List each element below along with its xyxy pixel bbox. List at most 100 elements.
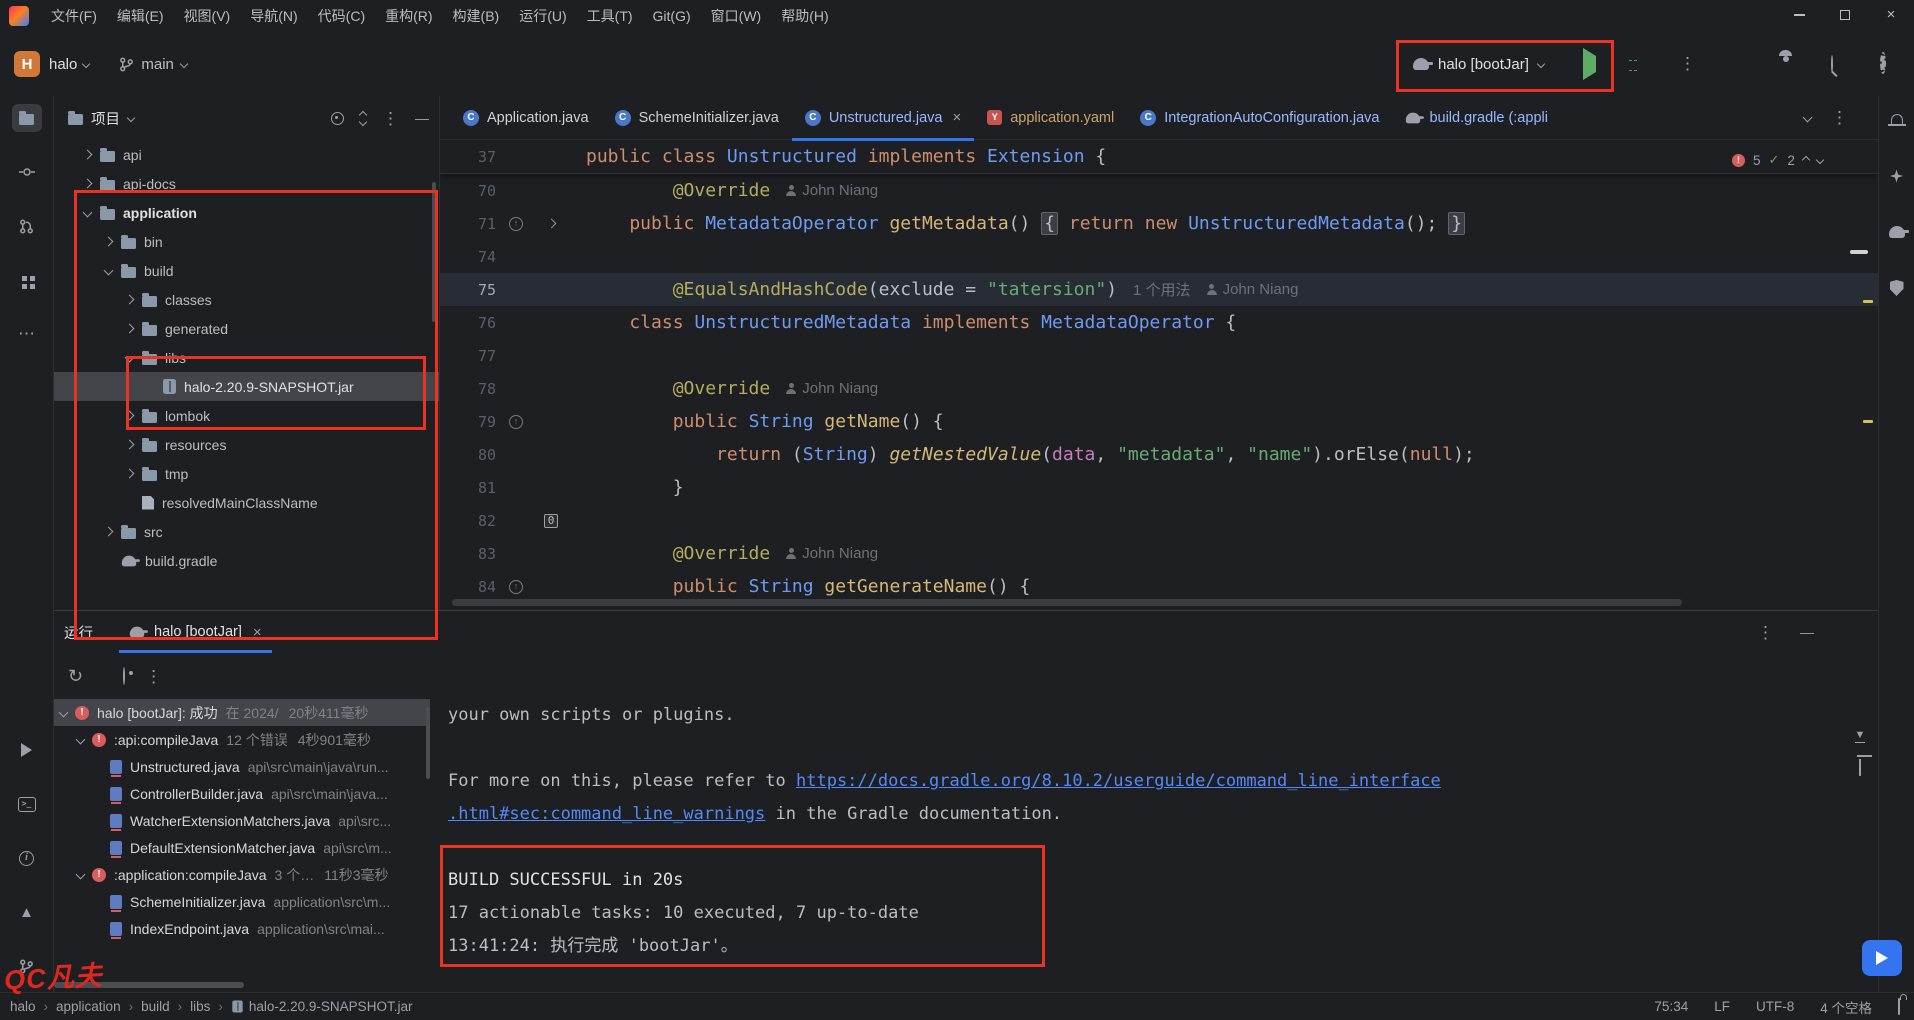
tree-chevron-icon[interactable] [83, 150, 93, 160]
tree-chevron-icon[interactable] [125, 440, 135, 450]
tree-chevron-icon[interactable] [125, 295, 135, 305]
hide-panel-icon[interactable]: — [415, 110, 429, 126]
editor-tab[interactable]: Yapplication.yaml [974, 96, 1127, 140]
breadcrumb-item[interactable]: libs [190, 999, 210, 1014]
tree-chevron-icon[interactable] [125, 469, 135, 479]
run-toolbar-more-icon[interactable]: ⋮ [145, 668, 162, 685]
run-tree-item[interactable]: DefaultExtensionMatcher.javaapi\src\m... [54, 834, 430, 861]
project-tree-item[interactable]: api-docs [54, 169, 439, 198]
menu-item[interactable]: 编辑(E) [107, 0, 174, 32]
commit-tool-icon[interactable] [12, 158, 42, 186]
project-tree-item[interactable]: application [54, 198, 439, 227]
tree-chevron-icon[interactable] [104, 527, 114, 537]
minimize-button[interactable] [1776, 0, 1822, 32]
caret-position[interactable]: 75:34 [1654, 999, 1688, 1014]
search-icon[interactable] [1831, 56, 1833, 72]
tree-chevron-icon[interactable] [76, 870, 86, 880]
ai-assistant-icon[interactable] [1882, 162, 1912, 190]
console-output[interactable]: your own scripts or plugins. For more on… [430, 699, 1878, 992]
menu-item[interactable]: 导航(N) [240, 0, 307, 32]
run-tool-icon[interactable] [12, 736, 42, 764]
editor-tab[interactable]: CUnstructured.java× [792, 96, 974, 140]
problems-tool-icon[interactable]: ▲ [12, 898, 42, 926]
usages-inlay[interactable]: 1 个用法 [1133, 279, 1191, 300]
gradle-tool-icon[interactable] [1882, 218, 1912, 246]
menu-item[interactable]: Git(G) [643, 0, 701, 32]
code-area[interactable]: 70 @OverrideJohn Niang71↑ public Metadat… [440, 174, 1878, 603]
project-tree-item[interactable]: build [54, 256, 439, 285]
run-tree-item[interactable]: SchemeInitializer.javaapplication\src\m.… [54, 888, 430, 915]
maximize-button[interactable] [1822, 0, 1868, 32]
run-tab[interactable]: halo [bootJar] × [117, 611, 274, 653]
tree-chevron-icon[interactable] [125, 324, 135, 334]
run-panel-title[interactable]: 运行 [64, 622, 93, 643]
menu-item[interactable]: 重构(R) [375, 0, 442, 32]
locate-file-icon[interactable] [331, 112, 344, 125]
tree-chevron-icon[interactable] [104, 237, 114, 247]
author-inlay[interactable]: John Niang [786, 380, 878, 397]
author-inlay[interactable]: John Niang [1207, 281, 1299, 298]
structure-tool-icon[interactable] [12, 266, 42, 294]
run-tree-item[interactable]: IndexEndpoint.javaapplication\src\mai... [54, 915, 430, 942]
services-tool-icon[interactable]: i [12, 844, 42, 872]
menu-item[interactable]: 窗口(W) [701, 0, 772, 32]
project-tree-item[interactable]: tmp [54, 459, 439, 488]
menu-item[interactable]: 运行(U) [509, 0, 576, 32]
splitter-handle[interactable] [1850, 250, 1868, 254]
notifications-bell-icon[interactable] [1882, 106, 1912, 134]
project-tree-item[interactable]: bin [54, 227, 439, 256]
clear-console-trash-icon[interactable] [1859, 759, 1861, 775]
editor-tab[interactable]: CIntegrationAutoConfiguration.java [1127, 96, 1392, 140]
close-tab-icon[interactable]: × [952, 109, 961, 126]
breadcrumb-item[interactable]: halo-2.20.9-SNAPSHOT.jar [231, 999, 413, 1014]
prev-problem-icon[interactable] [1802, 156, 1810, 164]
tree-chevron-icon[interactable] [104, 266, 114, 276]
tree-chevron-icon[interactable] [83, 179, 93, 189]
project-tree-item[interactable]: generated [54, 314, 439, 343]
warning-stripe-mark[interactable] [1863, 420, 1873, 423]
tree-chevron-icon[interactable] [125, 411, 135, 421]
run-tree-item[interactable]: Unstructured.javaapi\src\main\java\run..… [54, 753, 430, 780]
breadcrumb-item[interactable]: build [141, 999, 170, 1014]
run-tree-item[interactable]: ControllerBuilder.javaapi\src\main\java.… [54, 780, 430, 807]
author-inlay[interactable]: John Niang [786, 545, 878, 562]
project-avatar[interactable]: H [14, 51, 40, 77]
override-marker-icon[interactable]: ↑ [509, 217, 523, 231]
fold-marker-icon[interactable] [546, 219, 556, 229]
branch-widget[interactable]: main [119, 56, 187, 73]
next-problem-icon[interactable] [1816, 156, 1824, 164]
project-tree-item[interactable]: halo-2.20.9-SNAPSHOT.jar [54, 372, 439, 401]
tree-chevron-icon[interactable] [83, 208, 93, 218]
run-tree-item[interactable]: WatcherExtensionMatchers.javaapi\src... [54, 807, 430, 834]
tree-chevron-icon[interactable] [59, 708, 69, 718]
console-link[interactable]: https://docs.gradle.org/8.10.2/userguide… [796, 771, 1441, 791]
show-output-eye-icon[interactable] [123, 668, 125, 684]
rerun-icon[interactable]: ↻ [68, 667, 83, 685]
indent-setting[interactable]: 4 个空格 [1820, 997, 1872, 1017]
more-tools-icon[interactable]: ⋯ [12, 320, 42, 348]
menu-item[interactable]: 帮助(H) [771, 0, 838, 32]
breadcrumb-item[interactable]: halo [10, 999, 36, 1014]
menu-item[interactable]: 视图(V) [174, 0, 241, 32]
editor-tab[interactable]: build.gradle (:appli [1392, 96, 1561, 140]
project-name[interactable]: halo [49, 56, 77, 73]
close-tab-icon[interactable]: × [253, 624, 262, 641]
run-tree-item[interactable]: !halo [bootJar]: 成功在 2024/20秒411毫秒 [54, 699, 430, 726]
project-tree-item[interactable]: lombok [54, 401, 439, 430]
project-tree-item[interactable]: resolvedMainClassName [54, 488, 439, 517]
close-button[interactable]: × [1868, 0, 1914, 32]
menu-item[interactable]: 工具(T) [577, 0, 643, 32]
scrollbar[interactable] [432, 182, 436, 322]
menu-item[interactable]: 代码(C) [308, 0, 375, 32]
console-link[interactable]: .html#sec:command_line_warnings [448, 804, 765, 824]
tree-chevron-icon[interactable] [125, 353, 135, 363]
editor-tab[interactable]: CSchemeInitializer.java [602, 96, 792, 140]
editor-tab[interactable]: CApplication.java [450, 96, 602, 140]
menu-item[interactable]: 构建(B) [443, 0, 510, 32]
panel-options-icon[interactable]: ⋮ [382, 110, 399, 127]
project-tree-item[interactable]: build.gradle [54, 546, 439, 575]
terminal-tool-icon[interactable]: >_ [12, 790, 42, 818]
pull-request-tool-icon[interactable] [12, 212, 42, 240]
project-tree-item[interactable]: src [54, 517, 439, 546]
dependencies-shield-icon[interactable] [1882, 274, 1912, 302]
